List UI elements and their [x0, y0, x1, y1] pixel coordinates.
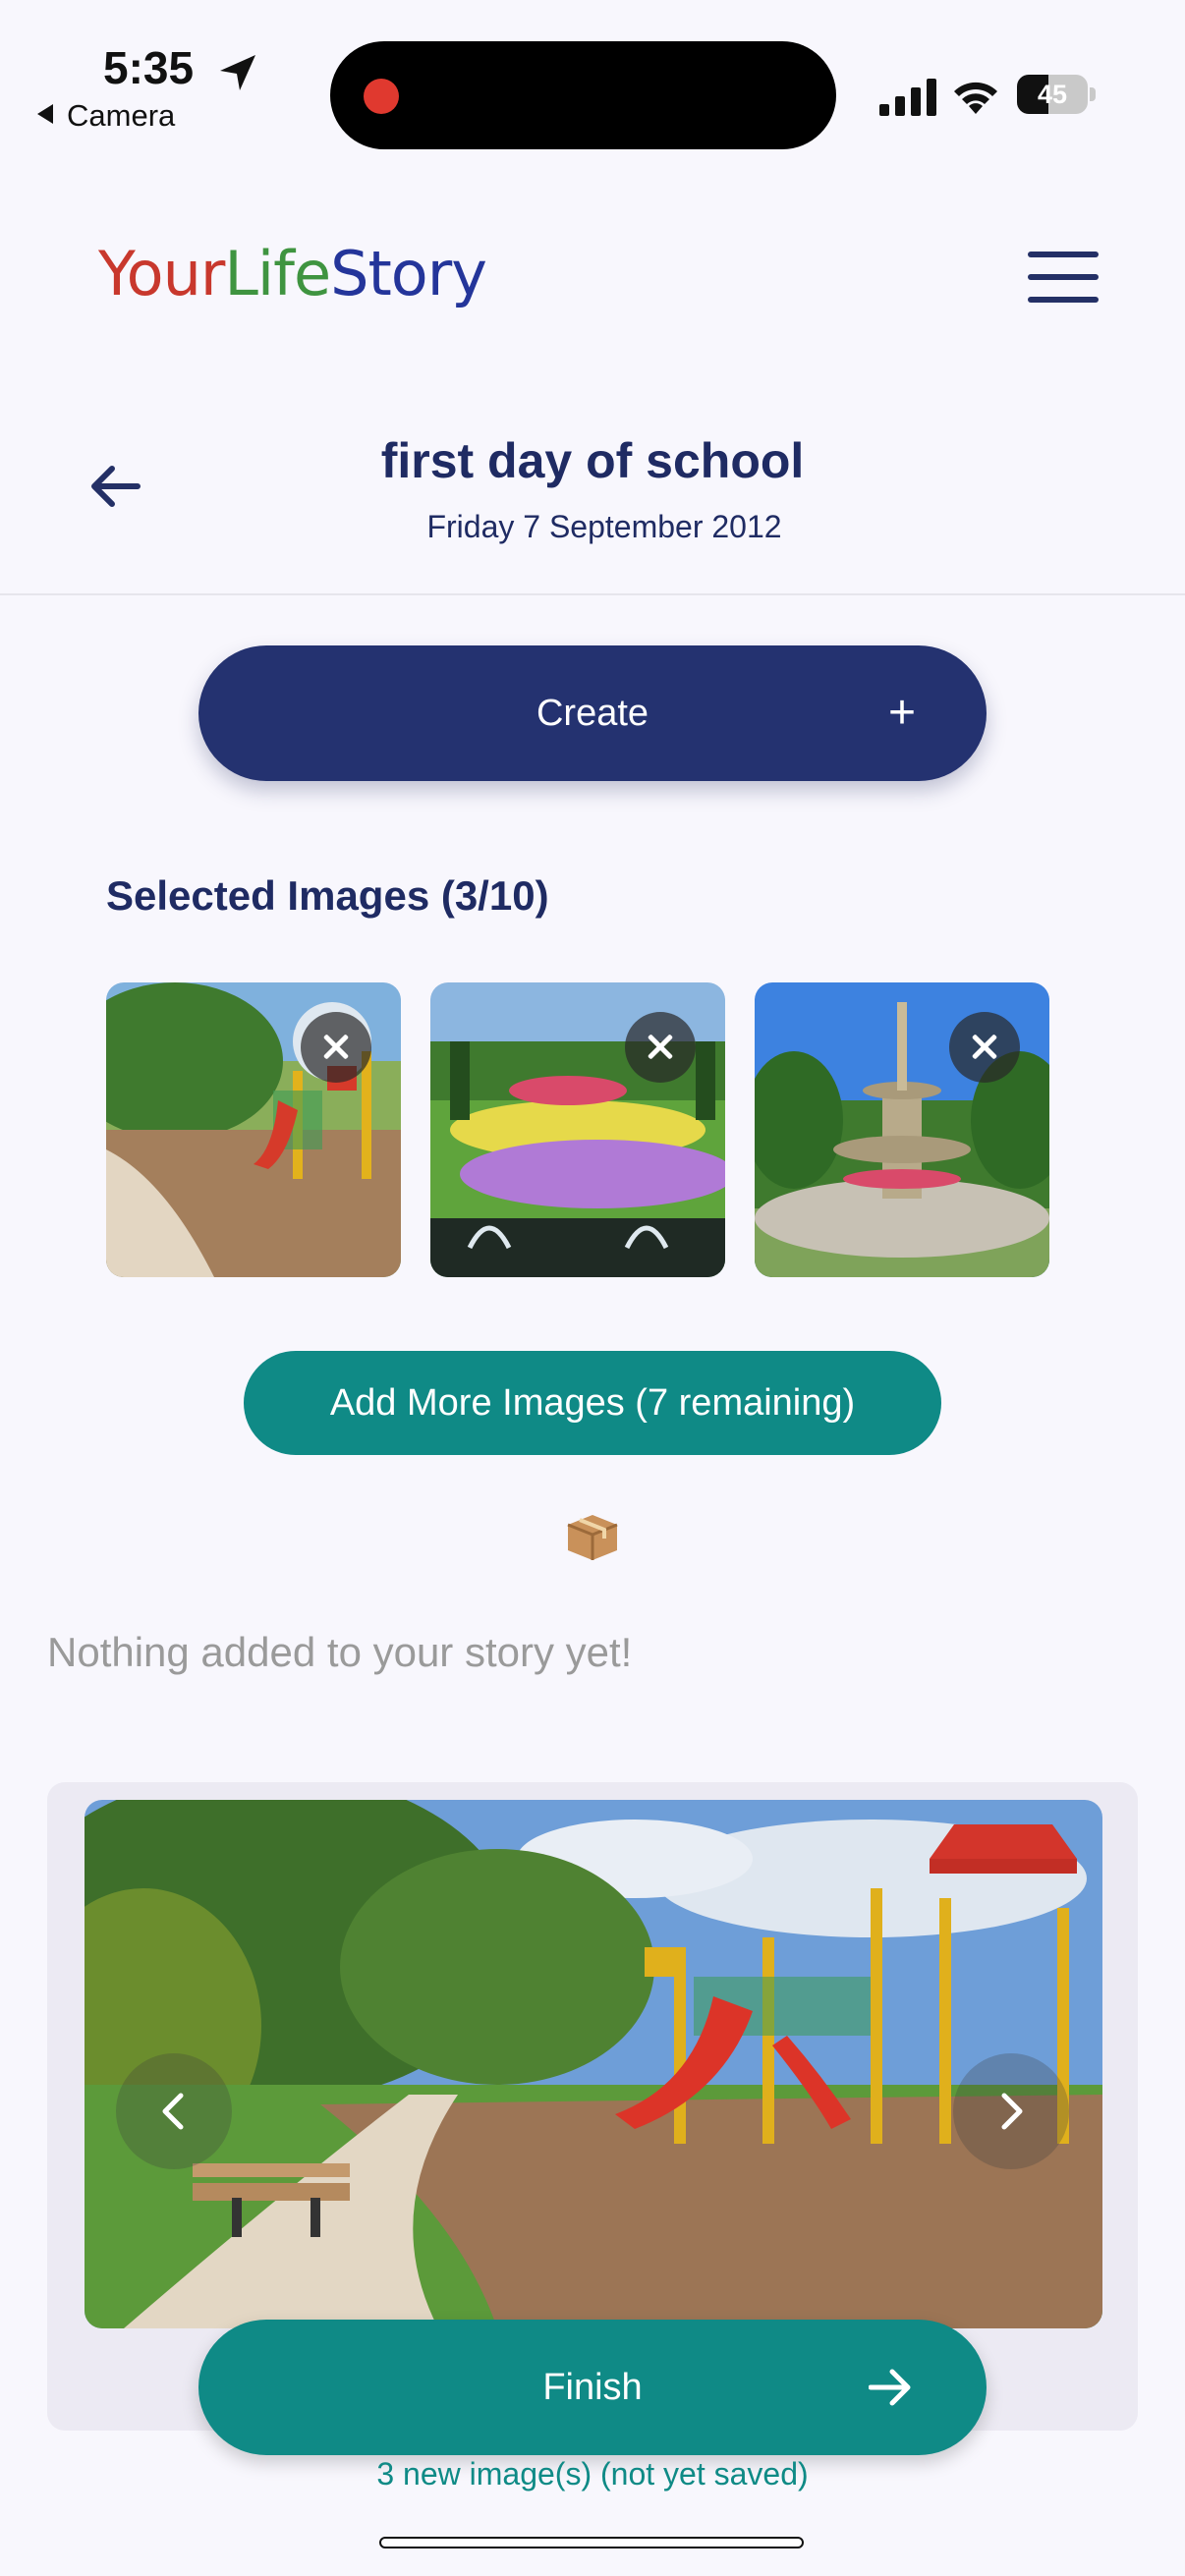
selected-images-title: Selected Images (3/10): [106, 872, 549, 919]
battery-percent: 45: [1037, 80, 1068, 109]
logo-part-your: Your: [98, 238, 225, 309]
unsaved-images-note: 3 new image(s) (not yet saved): [376, 2456, 809, 2492]
carousel-next-button[interactable]: [953, 2053, 1069, 2169]
carousel-prev-button[interactable]: [116, 2053, 232, 2169]
add-more-images-button[interactable]: Add More Images (7 remaining): [244, 1351, 941, 1455]
carousel-image[interactable]: [85, 1800, 1102, 2328]
arrow-right-icon: [869, 2369, 911, 2406]
remove-image-close-icon[interactable]: [301, 1012, 371, 1083]
create-button-label: Create: [536, 693, 649, 734]
thumbnail-playground[interactable]: [106, 982, 401, 1277]
remove-image-close-icon[interactable]: [625, 1012, 696, 1083]
thumbnail-flower-garden[interactable]: [430, 982, 725, 1277]
back-triangle-icon: [37, 104, 53, 124]
empty-story-message: Nothing added to your story yet!: [47, 1629, 633, 1675]
remove-image-close-icon[interactable]: [949, 1012, 1020, 1083]
hamburger-menu-icon[interactable]: [1028, 252, 1102, 303]
finish-button[interactable]: Finish: [198, 2320, 987, 2455]
header-divider: [0, 593, 1185, 595]
back-to-app-link[interactable]: Camera: [37, 98, 175, 134]
logo-part-life: Life: [224, 238, 331, 309]
logo-part-story: Story: [330, 238, 487, 309]
back-app-label: Camera: [67, 98, 176, 133]
status-time: 5:35: [103, 42, 195, 93]
chevron-right-icon: [1001, 2093, 1023, 2130]
dynamic-island: [330, 41, 836, 149]
plus-icon: +: [887, 687, 916, 739]
location-arrow-icon: [220, 55, 255, 90]
create-button[interactable]: Create +: [198, 645, 987, 781]
recording-indicator-icon: [364, 79, 399, 114]
chevron-left-icon: [162, 2093, 184, 2130]
wifi-icon: [954, 82, 997, 114]
app-logo[interactable]: YourLifeStory: [98, 238, 487, 309]
home-indicator[interactable]: [379, 2537, 804, 2548]
cellular-signal-icon: [879, 79, 936, 116]
thumbnail-fountain[interactable]: [755, 982, 1049, 1277]
package-icon: [567, 1515, 618, 1560]
battery-indicator: 45: [1017, 75, 1096, 114]
story-title: first day of school: [380, 433, 805, 488]
playground-photo: [85, 1800, 1102, 2328]
story-date: Friday 7 September 2012: [426, 509, 782, 544]
